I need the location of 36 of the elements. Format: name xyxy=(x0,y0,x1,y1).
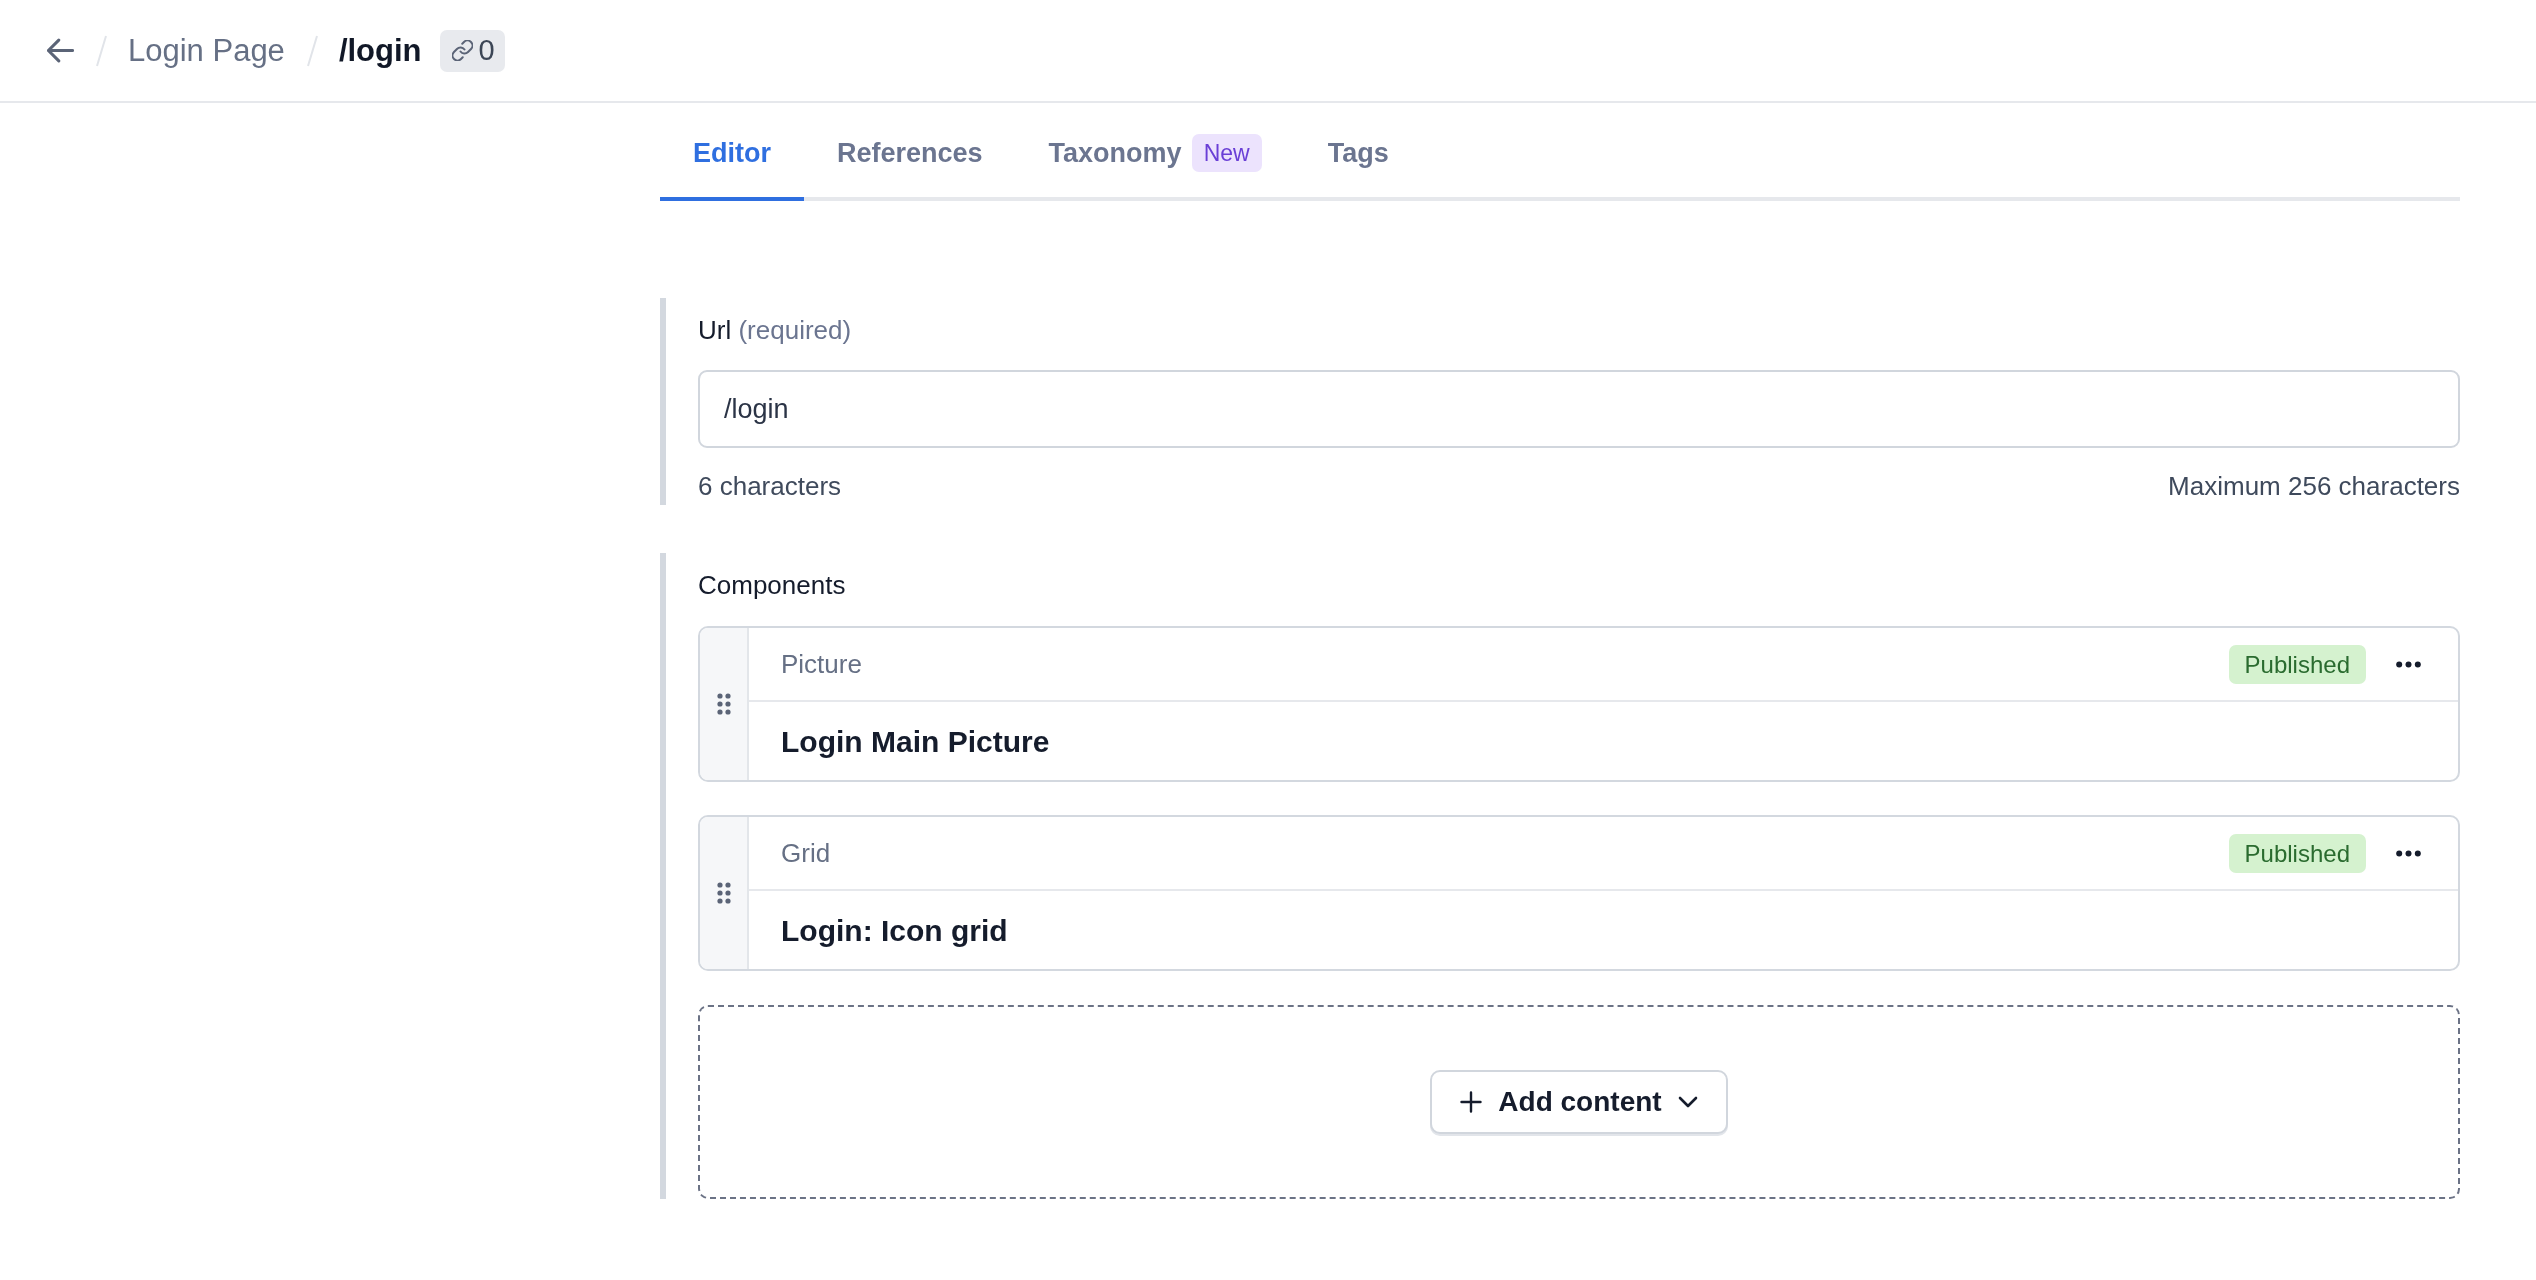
ellipsis-icon xyxy=(2396,660,2421,668)
breadcrumb-current: /login xyxy=(338,31,422,70)
character-limit: Maximum 256 characters xyxy=(2168,470,2460,502)
back-button[interactable] xyxy=(47,37,74,64)
tab[interactable]: References xyxy=(804,110,1016,201)
component-type: Grid xyxy=(781,836,831,870)
tab[interactable]: Editor xyxy=(660,110,804,201)
link-icon xyxy=(451,40,473,61)
component-type: Picture xyxy=(781,647,862,681)
section-label: Components xyxy=(698,570,846,600)
add-content-button[interactable]: Add content xyxy=(1430,1070,1728,1134)
required-hint: (required) xyxy=(738,315,852,345)
tab[interactable]: Taxonomy New xyxy=(1015,110,1295,201)
breadcrumb-link[interactable]: Login Page xyxy=(128,30,285,71)
chevron-down-icon xyxy=(1677,1096,1698,1108)
url-input[interactable]: /login xyxy=(698,370,2460,448)
link-count-button[interactable]: 0 xyxy=(439,29,505,72)
drag-handle[interactable] xyxy=(700,817,749,969)
slash-icon xyxy=(304,33,319,68)
grip-dots-icon xyxy=(716,882,731,904)
ellipsis-icon xyxy=(2396,849,2421,857)
character-count: 6 characters xyxy=(698,470,842,502)
plus-icon xyxy=(1460,1091,1483,1113)
more-button[interactable] xyxy=(2396,849,2421,857)
new-badge: New xyxy=(1191,134,1262,172)
component-title: Login Main Picture xyxy=(781,723,1050,760)
field-label: Url xyxy=(698,315,732,345)
slash-icon xyxy=(94,33,108,68)
grip-dots-icon xyxy=(716,693,731,715)
more-button[interactable] xyxy=(2396,660,2421,668)
component-title: Login: Icon grid xyxy=(781,912,1008,949)
status-badge: Published xyxy=(2228,644,2366,684)
tab[interactable]: Tags xyxy=(1294,110,1422,201)
drag-handle[interactable] xyxy=(700,628,749,780)
status-badge: Published xyxy=(2228,833,2366,873)
arrow-left-icon xyxy=(47,37,74,64)
